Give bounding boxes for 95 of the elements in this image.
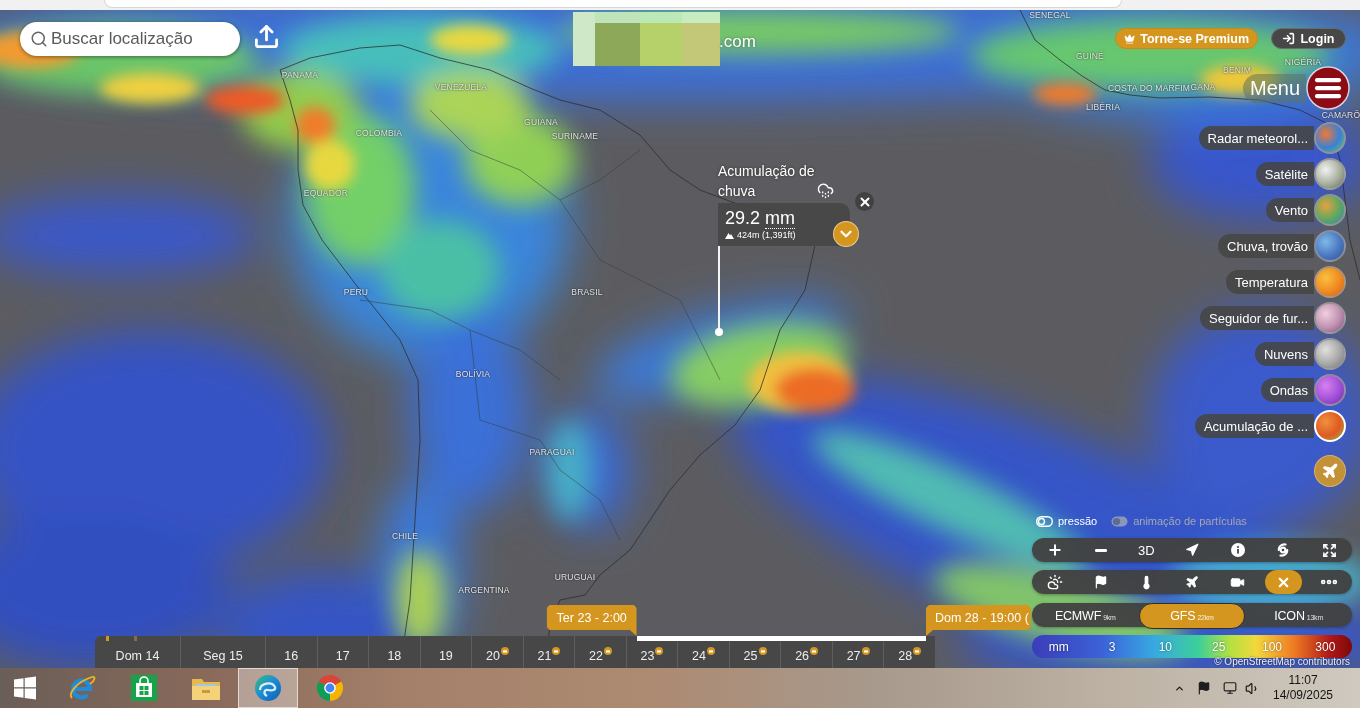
upload-icon[interactable] <box>253 23 280 50</box>
country-label: URUGUAI <box>554 572 596 582</box>
day-label[interactable]: 20 <box>485 648 500 663</box>
browser-e-icon <box>68 674 96 702</box>
timeline-tick <box>106 636 109 641</box>
expand-icon <box>1321 542 1337 558</box>
layer-button[interactable]: Chuva, trovão <box>1218 234 1314 258</box>
elevation-text: 424m (1,391ft) <box>737 230 796 240</box>
day-label[interactable]: 17 <box>335 648 350 663</box>
scale-label: 300 <box>1315 639 1336 654</box>
close-icon <box>857 194 872 209</box>
clock-date[interactable]: 14/09/2025 <box>1272 688 1334 703</box>
search-field[interactable]: Buscar localização <box>20 22 240 56</box>
plus-icon <box>1046 542 1063 558</box>
shopping-bag-icon <box>131 675 157 701</box>
day-label[interactable]: 26 <box>795 648 810 663</box>
day-label[interactable]: 21 <box>537 648 552 663</box>
scale-label: 10 <box>1158 639 1172 654</box>
pin-dot-icon <box>715 328 723 336</box>
flag-icon[interactable] <box>1197 681 1211 695</box>
day-label[interactable]: 25 <box>743 648 758 663</box>
login-icon <box>1282 32 1296 45</box>
country-label: VENEZUELA <box>434 82 488 92</box>
scale-label: 100 <box>1261 639 1282 654</box>
country-label: PANAMÁ <box>281 70 319 80</box>
layer-button[interactable]: Vento <box>1265 198 1314 222</box>
scale-label: 25 <box>1211 639 1226 654</box>
flag-icon <box>1093 575 1108 589</box>
country-label: GUINÉ <box>1076 51 1104 61</box>
close-button[interactable] <box>1264 570 1303 594</box>
country-label: BENIM <box>1223 65 1251 75</box>
country-label: EQUADOR <box>303 188 349 198</box>
login-button[interactable]: Login <box>1271 28 1346 49</box>
hamburger-menu-icon[interactable] <box>1306 66 1351 110</box>
layer-button[interactable]: Radar meteorol... <box>1198 126 1314 150</box>
info-icon <box>1230 543 1245 557</box>
clock-time[interactable]: 11:07 <box>1288 673 1318 688</box>
scale-unit: mm <box>1048 639 1069 654</box>
crown-icon <box>1124 32 1136 45</box>
country-label: NIGÉRIA <box>1284 57 1322 67</box>
rain-value: 29.2 <box>725 208 761 229</box>
mountain-icon <box>725 231 734 239</box>
navigation-arrow-icon <box>1185 543 1199 557</box>
day-label[interactable]: 16 <box>284 648 299 663</box>
country-label: GUIANA <box>524 117 558 127</box>
swirl-logo-icon <box>254 674 282 702</box>
country-label: SENEGAL <box>1029 10 1071 20</box>
day-label[interactable]: Dom 14 <box>115 648 160 663</box>
hurricane-icon <box>1276 543 1291 557</box>
day-label[interactable]: 22 <box>589 648 603 663</box>
toggle-switch[interactable] <box>1036 515 1053 527</box>
day-label[interactable]: 28 <box>898 648 913 663</box>
minus-icon <box>1094 548 1107 552</box>
country-label: COLOMBIA <box>355 128 403 138</box>
popup-title: Acumulação de chuva <box>718 162 815 201</box>
day-label[interactable]: 18 <box>387 648 402 663</box>
layer-button[interactable]: Seguidor de fur... <box>1200 306 1314 330</box>
search-icon <box>30 30 48 48</box>
country-label: COSTA DO MARFIM <box>1107 83 1191 93</box>
unit-link[interactable]: mm <box>765 209 796 229</box>
timeline-tick <box>134 636 137 641</box>
toggle-label[interactable]: pressão <box>1058 515 1098 527</box>
plane-icon <box>1321 462 1339 480</box>
country-label: PARAGUAI <box>529 447 575 457</box>
layer-button[interactable]: Acumulação de ... <box>1194 414 1314 438</box>
day-label[interactable]: Seg 15 <box>203 648 243 663</box>
day-label[interactable]: 19 <box>438 648 453 663</box>
windows-icon <box>13 676 37 700</box>
rain-cloud-icon <box>817 182 834 199</box>
layer-button[interactable]: Temperatura <box>1226 270 1314 294</box>
country-label: CAMARÕ <box>1321 110 1360 120</box>
plane-icon <box>1185 575 1199 589</box>
3d-button[interactable]: 3D <box>1123 538 1170 562</box>
country-label: ARGENTINA <box>458 585 510 595</box>
country-label: GANA <box>1190 82 1216 92</box>
country-label: PERU <box>343 287 369 297</box>
day-label[interactable]: 23 <box>640 648 655 663</box>
map-attribution: © OpenStreetMap contributors <box>1214 656 1350 667</box>
layer-button[interactable]: Satélite <box>1255 162 1314 186</box>
scale-label: 3 <box>1108 639 1116 654</box>
day-label[interactable]: 24 <box>692 648 706 663</box>
monitor-icon[interactable] <box>1223 681 1237 695</box>
country-label: BRASIL <box>571 287 603 297</box>
menu-button[interactable]: Menu <box>1243 73 1307 103</box>
taskbar-button[interactable] <box>238 668 298 708</box>
country-label: BOLÍVIA <box>455 369 491 379</box>
country-label: SURINAME <box>551 131 599 141</box>
country-label: CHILE <box>392 531 418 541</box>
wheel-logo-icon <box>316 674 344 702</box>
day-label[interactable]: 27 <box>846 648 861 663</box>
country-label: LIBÉRIA <box>1086 102 1120 112</box>
layer-button[interactable]: Nuvens <box>1254 342 1314 366</box>
logo-text: .com <box>719 32 756 52</box>
layer-button[interactable]: Ondas <box>1260 378 1314 402</box>
cloud-sun-icon <box>1046 574 1063 590</box>
